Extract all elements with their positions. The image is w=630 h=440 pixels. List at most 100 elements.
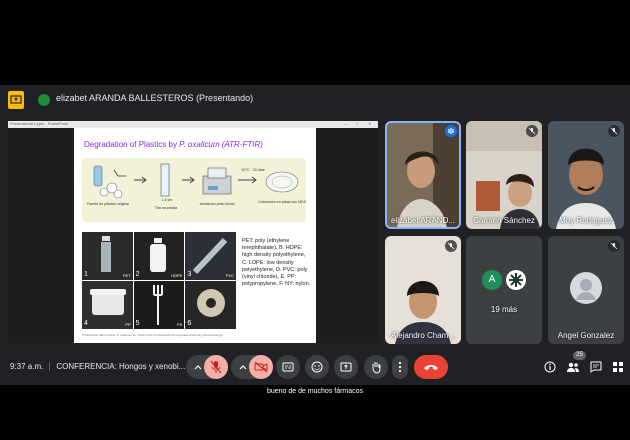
recycle-code-icon: 4: [84, 320, 88, 327]
plastic-photos-grid: 1 PET 2 HDPE 3 PVC 4 PP 5 PS 6: [82, 232, 236, 329]
chevron-up-icon[interactable]: [239, 364, 247, 370]
shared-screen: Presentación1.pptx - PowerPoint — □ ✕ De…: [8, 121, 378, 343]
process-diagram: Fuente de plástico original 1,5 cm Tira …: [82, 158, 306, 222]
mic-off-icon: [445, 240, 457, 252]
step-source-label: Fuente de plástico original: [87, 202, 129, 206]
live-caption: bueno de de muchos fármacos: [266, 388, 364, 395]
recycle-code-icon: 3: [187, 271, 192, 278]
participant-avatar: [570, 272, 602, 304]
more-vertical-icon: [398, 361, 402, 373]
recycle-code-icon: 2: [135, 271, 140, 278]
participant-name: Carmen Sánchez: [473, 216, 535, 225]
arrow-icon: [182, 176, 195, 184]
photo-tag: PP: [125, 322, 131, 327]
presenter-avatar: [38, 94, 50, 106]
slide-body-text: PET: poly (ethylene terephthalate), B. H…: [242, 238, 311, 288]
petri-dish-icon: [265, 171, 299, 193]
slide: Degradation of Plastics by P. oxalicum (…: [74, 128, 316, 343]
captions-button[interactable]: [276, 355, 300, 379]
photo-tag: PS: [176, 322, 183, 327]
participant-avatar: [506, 270, 526, 290]
control-bar: 9:37 a.m. CONFERENCIA: Hongos y xenobi...: [0, 350, 630, 385]
meeting-title[interactable]: CONFERENCIA: Hongos y xenobi...: [56, 362, 185, 371]
mic-off-icon: [608, 125, 620, 137]
participant-avatar: A: [482, 270, 502, 290]
people-icon[interactable]: [566, 361, 580, 373]
participant-tile[interactable]: elizabet ARAND...: [385, 121, 461, 229]
photo-ps: 5 PS: [133, 281, 185, 329]
photo-pvc: 3 PVC: [185, 232, 236, 280]
close-icon: ✕: [368, 121, 372, 126]
shared-window-titlebar: Presentación1.pptx - PowerPoint — □ ✕: [8, 121, 378, 128]
participant-tile[interactable]: Carmen Sánchez: [466, 121, 542, 229]
arrow-icon: [134, 176, 147, 184]
people-count-badge: 25: [573, 351, 586, 360]
recycle-code-icon: 5: [135, 320, 140, 327]
participant-name: Moy Rodriguez: [559, 216, 613, 225]
step-strip-label: Tira recortada: [154, 206, 178, 210]
minimize-icon: —: [344, 121, 348, 126]
speaking-indicator: [385, 121, 461, 229]
presenter-name: elizabet ARANDA BALLESTEROS (Presentando…: [56, 93, 254, 103]
scale-icon: [202, 167, 232, 195]
activities-icon[interactable]: [612, 361, 624, 373]
slide-margin-left: [8, 128, 74, 343]
recycle-code-icon: 1: [84, 271, 88, 278]
hand-icon: [372, 362, 381, 374]
participant-name: elizabet ARAND...: [390, 216, 456, 225]
clock: 9:37 a.m.: [10, 362, 44, 371]
photo-tag: PET: [122, 273, 131, 278]
photo-ldpe: 4 PP: [82, 281, 133, 329]
arrow-icon: [238, 176, 257, 184]
maximize-icon: □: [356, 121, 359, 126]
shared-window-title: Presentación1.pptx - PowerPoint: [10, 121, 69, 126]
captions-icon: [282, 362, 294, 372]
raise-hand-button[interactable]: [364, 355, 388, 379]
camera-control: [231, 355, 273, 379]
photo-nylon: 6: [185, 281, 236, 329]
emoji-icon: [311, 361, 323, 373]
photo-tag: HDPE: [171, 273, 183, 278]
slide-margin-right: [316, 128, 378, 343]
more-participants-tile[interactable]: A 19 más: [466, 236, 542, 344]
photo-pet: 1 PET: [82, 232, 133, 280]
slide-footer: Contribution fabric article: P. oxalicum…: [82, 333, 224, 337]
speaking-icon: [445, 125, 457, 137]
present-icon[interactable]: [8, 91, 24, 109]
mic-off-icon: [526, 125, 538, 137]
participant-tile[interactable]: Alejandro Cham...: [385, 236, 461, 344]
microphone-button[interactable]: [204, 355, 228, 379]
strip-dimension: 1,5 cm: [161, 198, 173, 202]
participant-video: [385, 236, 461, 344]
participant-name: Angel Gonzalez: [557, 331, 615, 340]
chat-icon[interactable]: [590, 361, 602, 373]
emoji-button[interactable]: [305, 355, 329, 379]
chevron-up-icon[interactable]: [194, 364, 202, 370]
presentation-bar: elizabet ARANDA BALLESTEROS (Presentando…: [0, 85, 630, 115]
participant-tile[interactable]: Moy Rodriguez: [548, 121, 624, 229]
present-screen-icon: [340, 362, 352, 372]
more-options-button[interactable]: [392, 355, 408, 379]
plastic-strip-icon: [160, 163, 170, 197]
present-button[interactable]: [334, 355, 358, 379]
leave-call-button[interactable]: [414, 355, 448, 379]
mic-control: [186, 355, 228, 379]
camera-button[interactable]: [249, 355, 273, 379]
participant-video: [466, 121, 542, 229]
participant-tile[interactable]: Angel Gonzalez: [548, 236, 624, 344]
photo-tag: PVC: [225, 273, 234, 278]
plastic-source-icon: [93, 165, 126, 199]
slide-title: Degradation of Plastics by P. oxalicum (…: [84, 140, 263, 149]
step-plate-label: Colocación en placa con MEA: [258, 200, 306, 204]
participant-video: [548, 121, 624, 229]
camera-off-icon: [254, 361, 268, 373]
meeting-details: 9:37 a.m. CONFERENCIA: Hongos y xenobi...: [10, 362, 185, 372]
mic-off-icon: [608, 240, 620, 252]
info-icon[interactable]: [544, 361, 556, 373]
mic-off-icon: [210, 360, 222, 374]
hang-up-icon: [424, 365, 438, 370]
participant-name: Alejandro Cham...: [390, 331, 456, 340]
step-weight-label: Anotación peso inicial: [199, 202, 235, 206]
recycle-code-icon: 6: [187, 320, 192, 327]
more-count: 19 más: [490, 305, 518, 314]
